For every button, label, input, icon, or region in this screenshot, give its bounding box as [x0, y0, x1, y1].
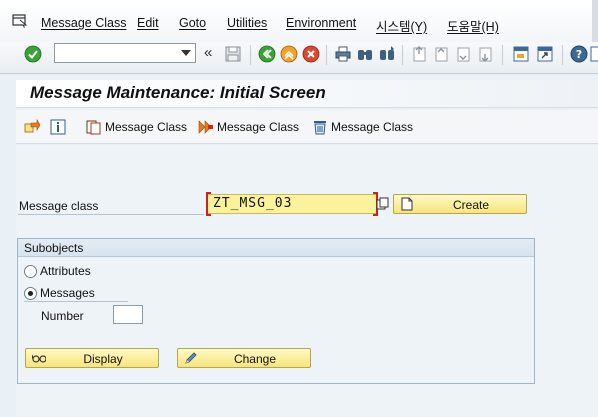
change-label: Change — [233, 352, 277, 366]
attributes-label: Attributes — [40, 264, 91, 278]
menu-help[interactable]: 도움말(H) — [447, 16, 499, 35]
command-field[interactable] — [54, 43, 196, 63]
chevron-down-icon[interactable] — [181, 50, 191, 56]
window-edge — [592, 0, 598, 42]
sap-menu-icon[interactable] — [12, 14, 28, 28]
messages-underline — [24, 301, 128, 302]
required-marker-left — [206, 192, 211, 216]
number-label: Number — [41, 309, 84, 323]
message-class-label: Message class — [19, 199, 99, 213]
previous-page-icon[interactable] — [432, 45, 450, 63]
other-object-icon — [24, 119, 40, 133]
menu-system[interactable]: 시스템(Y) — [376, 16, 427, 35]
create-label: Create — [452, 198, 490, 212]
print-icon[interactable] — [334, 45, 352, 63]
messages-radio[interactable] — [24, 286, 37, 300]
first-page-icon[interactable] — [410, 45, 428, 63]
menu-bar: Message Class Edit Goto Utilities Enviro… — [0, 0, 598, 42]
menu-message-class[interactable]: Message Class — [41, 16, 126, 30]
collapse-arrows-icon[interactable]: « — [204, 45, 222, 63]
number-input[interactable] — [113, 305, 143, 324]
messages-radio-option[interactable]: Messages — [24, 286, 95, 300]
svg-text:?: ? — [576, 48, 582, 61]
rename-message-class-button[interactable]: Message Class — [198, 118, 299, 136]
copy-message-class-button[interactable]: Message Class — [86, 118, 187, 136]
customize-icon[interactable] — [590, 45, 598, 63]
menu-edit[interactable]: Edit — [137, 16, 159, 30]
display-label: Display — [83, 352, 123, 366]
system-toolbar: « ? — [0, 42, 598, 74]
help-icon[interactable]: ? — [570, 45, 588, 63]
display-button[interactable]: Display — [25, 348, 159, 368]
copy-message-class-label: Message Class — [105, 120, 188, 134]
delete-message-class-button[interactable]: Message Class — [312, 118, 413, 136]
find-next-icon[interactable] — [378, 45, 396, 63]
page-title: Message Maintenance: Initial Screen — [30, 83, 326, 102]
menu-utilities[interactable]: Utilities — [227, 16, 267, 30]
attributes-radio-option[interactable]: Attributes — [24, 264, 91, 278]
new-session-icon[interactable] — [512, 45, 530, 63]
subobjects-title: Subobjects — [24, 241, 84, 255]
info-button[interactable] — [50, 118, 66, 136]
message-class-input[interactable]: ZT_MSG_03 — [206, 194, 378, 214]
application-toolbar: Message Class Message Class Message Clas… — [16, 110, 598, 144]
label-underline — [18, 214, 204, 215]
main-content: Message class ZT_MSG_03 Create Subobject… — [16, 145, 598, 417]
enter-icon[interactable] — [24, 45, 42, 63]
info-icon — [50, 119, 66, 135]
copy-icon — [86, 120, 101, 135]
next-page-icon[interactable] — [454, 45, 472, 63]
attributes-radio[interactable] — [24, 264, 37, 278]
change-button[interactable]: Change — [177, 348, 311, 368]
subobjects-header: Subobjects — [18, 239, 534, 257]
title-bar: Message Maintenance: Initial Screen — [16, 80, 598, 108]
other-object-button[interactable] — [24, 118, 40, 136]
find-icon[interactable] — [356, 45, 374, 63]
back-icon[interactable] — [258, 45, 276, 63]
messages-label: Messages — [40, 286, 95, 300]
rename-message-class-label: Message Class — [217, 120, 300, 134]
menu-goto[interactable]: Goto — [179, 16, 206, 30]
cancel-icon[interactable] — [302, 45, 320, 63]
save-icon[interactable] — [224, 45, 242, 63]
value-help-icon[interactable] — [376, 197, 390, 211]
menu-environment[interactable]: Environment — [286, 16, 356, 30]
trash-icon — [314, 121, 326, 135]
exit-icon[interactable] — [280, 45, 298, 63]
rename-icon — [198, 120, 213, 134]
delete-message-class-label: Message Class — [331, 120, 414, 134]
shortcut-icon[interactable] — [536, 45, 554, 63]
create-button[interactable]: Create — [393, 194, 527, 214]
last-page-icon[interactable] — [476, 45, 494, 63]
